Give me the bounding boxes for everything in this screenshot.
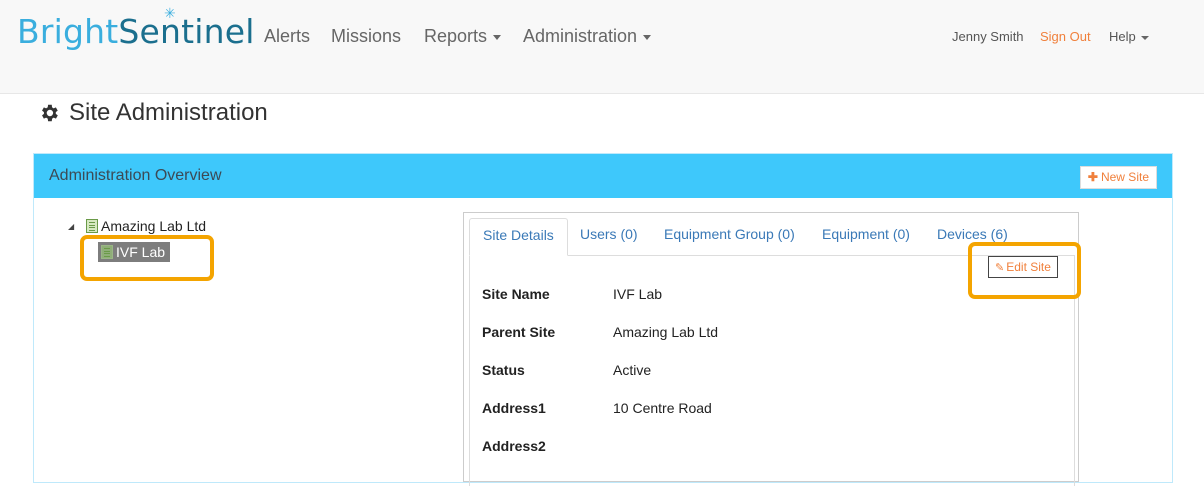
panel-title: Administration Overview	[49, 167, 222, 184]
address2-label: Address2	[482, 438, 546, 454]
user-name[interactable]: Jenny Smith	[952, 29, 1024, 44]
nav-alerts[interactable]: Alerts	[264, 26, 310, 47]
tree-node-label: Amazing Lab Ltd	[101, 218, 207, 234]
brand-logo[interactable]: BrightSentinel ✳	[17, 6, 255, 51]
address1-value: 10 Centre Road	[613, 400, 712, 416]
parent-site-value: Amazing Lab Ltd	[613, 324, 719, 340]
brand-logo-part2: Sentinel	[118, 12, 255, 51]
highlight-box-edit	[968, 242, 1081, 299]
tree-node-amazing-lab[interactable]: Amazing Lab Ltd	[86, 218, 206, 234]
tab-equipment[interactable]: Equipment (0)	[809, 218, 923, 256]
page-title: Site Administration	[38, 99, 268, 127]
help-label: Help	[1109, 29, 1136, 44]
highlight-box-tree	[80, 235, 214, 281]
parent-site-label: Parent Site	[482, 324, 556, 340]
nav-administration-dropdown[interactable]: Administration	[523, 26, 652, 47]
nav-administration-label: Administration	[523, 26, 638, 46]
new-site-label: New Site	[1100, 170, 1149, 184]
site-name-value: IVF Lab	[613, 286, 663, 302]
brand-spark-icon: ✳	[164, 6, 176, 22]
plus-icon: ✚	[1087, 170, 1098, 184]
brand-logo-part1: Bright	[17, 12, 119, 51]
caret-down-icon	[643, 34, 652, 40]
help-dropdown[interactable]: Help	[1109, 29, 1149, 44]
building-icon	[86, 219, 98, 233]
status-label: Status	[482, 362, 525, 378]
tab-site-details[interactable]: Site Details	[469, 218, 568, 256]
top-navbar: BrightSentinel ✳ Alerts Missions Reports…	[0, 0, 1204, 94]
page-title-text: Site Administration	[69, 99, 268, 126]
site-name-label: Site Name	[482, 286, 550, 302]
nav-missions[interactable]: Missions	[331, 26, 401, 47]
tree-collapse-toggle-icon[interactable]: ◢	[68, 222, 74, 231]
caret-down-icon	[493, 34, 502, 40]
address1-label: Address1	[482, 400, 546, 416]
panel-heading: Administration Overview ✚ New Site	[34, 154, 1172, 198]
nav-reports-dropdown[interactable]: Reports	[424, 26, 502, 47]
caret-down-icon	[1140, 35, 1149, 40]
nav-reports-label: Reports	[424, 26, 488, 46]
tab-users[interactable]: Users (0)	[567, 218, 651, 256]
sign-out-link[interactable]: Sign Out	[1040, 29, 1091, 44]
status-value: Active	[613, 362, 652, 378]
new-site-button[interactable]: ✚ New Site	[1079, 166, 1157, 189]
tab-equipment-group[interactable]: Equipment Group (0)	[651, 218, 808, 256]
gear-icon	[42, 104, 58, 122]
